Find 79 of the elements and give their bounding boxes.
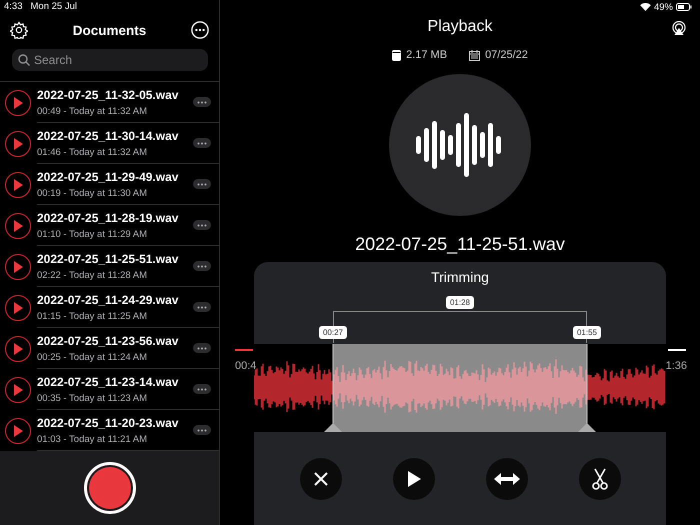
more-button[interactable] [193,425,211,436]
play-icon [13,96,23,109]
start-time-label[interactable]: 00:27 [318,326,348,339]
recording-name[interactable]: 2022-07-25_11-25-51.wav [37,252,219,266]
play-icon [13,138,23,150]
recording-name[interactable]: 2022-07-25_11-23-14.wav [37,374,219,389]
status-date: Mon 25 Jul [30,1,77,12]
recording-details: 01:03 - Today at 11:21 AM [37,434,148,445]
recording-details: 00:35 - Today at 11:23 AM [37,392,148,404]
recording-details: 00:49 - Today at 11:32 AM [37,106,148,117]
ellipsis-icon [197,182,207,186]
more-button[interactable] [193,384,211,394]
recording-details: 02:22 - Today at 11:28 AM [37,270,148,281]
battery-percentage: 49% [654,2,673,12]
ellipsis-icon [197,346,207,350]
battery-icon [676,3,692,11]
play-icon [13,342,23,355]
status-time: 4:33 [4,1,22,12]
play-icon [13,384,23,396]
recording-details: 00:19 - Today at 11:30 AM [37,188,148,199]
trim-button[interactable] [578,458,620,500]
file-size: 2.17 MB [406,49,448,61]
recording-name[interactable]: 2022-07-25_11-28-19.wav [37,210,219,225]
sound-wave-icon [416,113,504,177]
recording-details: 01:10 - Today at 11:29 AM [37,228,148,240]
more-button[interactable] [193,302,211,312]
recording-name[interactable]: 2022-07-25_11-20-23.wav [37,416,219,430]
ellipsis-icon [197,306,207,309]
waveform-drawing[interactable] [254,344,666,432]
recording-details: 00:25 - Today at 11:24 AM [37,352,148,363]
more-button[interactable] [193,261,211,272]
play-button[interactable] [392,458,434,500]
duration-label: 01:28 [446,296,474,309]
wifi-icon [640,3,651,11]
ellipsis-icon [197,428,207,432]
file-date: 07/25/22 [485,49,528,61]
recording-details: 01:46 - Today at 11:32 AM [37,146,148,158]
scissors-icon [592,468,608,490]
progress-marker [235,349,253,351]
recording-name[interactable]: 2022-07-25_11-29-49.wav [37,170,219,184]
sidebar-title: Documents [72,22,146,38]
ellipsis-icon [197,388,207,391]
calendar-icon [469,50,480,60]
search-field[interactable]: Search [12,49,208,72]
elapsed-time: 00:4 [235,360,256,372]
airplay-icon[interactable] [672,21,686,35]
play-icon [13,260,23,273]
recording-details: 01:15 - Today at 11:25 AM [37,310,148,322]
end-time-label[interactable]: 01:55 [572,326,602,339]
recording-name[interactable]: 2022-07-25_11-24-29.wav [37,292,219,307]
play-icon [13,220,23,232]
play-icon [13,302,23,314]
ellipsis-icon [197,224,207,227]
ellipsis-icon [197,142,207,145]
more-button[interactable] [193,97,211,108]
file-name: 2022-07-25_11-25-51.wav [355,234,565,256]
more-button[interactable] [193,179,211,190]
expand-button[interactable] [486,458,528,500]
play-icon [13,424,23,437]
progress-marker [668,349,686,351]
storage-icon [392,50,402,60]
playback-title: Playback [428,17,492,37]
close-icon [312,470,328,486]
recording-name[interactable]: 2022-07-25_11-32-05.wav [37,88,219,102]
close-button[interactable] [300,458,342,500]
play-icon [406,470,420,486]
remaining-time: 1:36 [666,360,687,372]
recording-name[interactable]: 2022-07-25_11-30-14.wav [37,128,219,143]
recording-name[interactable]: 2022-07-25_11-23-56.wav [37,334,219,348]
double-arrow-icon [494,472,520,484]
more-button[interactable] [193,220,211,230]
trimming-title: Trimming [430,268,490,287]
more-button[interactable] [193,343,211,354]
more-options-icon[interactable] [190,21,209,40]
ellipsis-icon [197,100,207,104]
more-button[interactable] [193,138,211,148]
ellipsis-icon [197,264,207,268]
settings-icon[interactable] [10,21,28,40]
play-icon [13,178,23,191]
